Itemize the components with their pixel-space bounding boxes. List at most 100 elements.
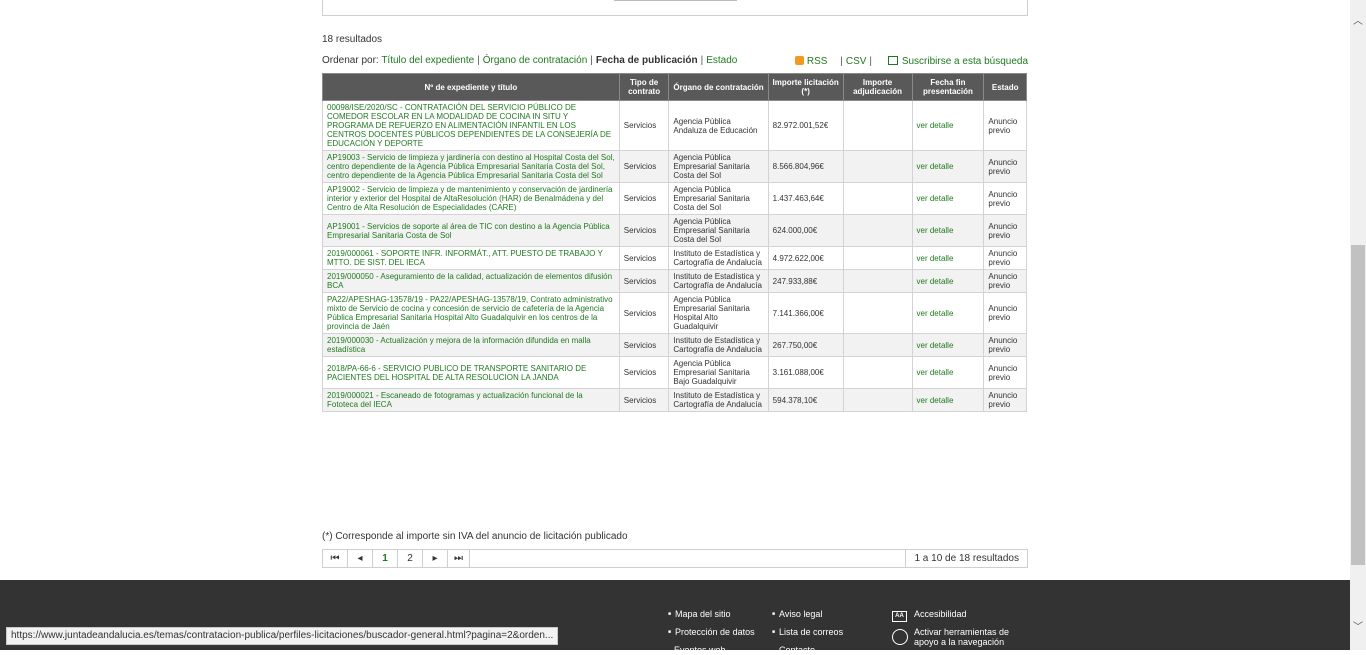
row-detail-link[interactable]: ver detalle [917,368,954,377]
row-title-link[interactable]: 2019/000050 - Aseguramiento de la calida… [327,272,612,290]
col-header-fecha[interactable]: Fecha fin presentación [911,73,985,101]
search-button-edge[interactable] [614,0,737,1]
last-page-button[interactable]: ⏭ [448,550,470,567]
row-detail-link[interactable]: ver detalle [917,226,954,235]
row-title-link[interactable]: 2018/PA-66-6 - SERVICIO PUBLICO DE TRANS… [327,364,586,382]
footer-link-proteccion[interactable]: Protección de datos [668,627,755,637]
subscribe-link[interactable]: Suscribirse a esta búsqueda [902,56,1028,67]
footer-link-eventos[interactable]: Eventos web [674,645,726,655]
row-title-link[interactable]: AP19003 - Servicio de limpieza y jardine… [327,153,615,180]
prev-page-button[interactable]: ◂ [348,550,373,567]
cell-tipo: Servicios [618,388,670,412]
sort-by-estado[interactable]: Estado [706,55,737,66]
row-title-link[interactable]: 00098/ISE/2020/SC - CONTRATACIÓN DEL SER… [327,103,611,148]
col-header-organo[interactable]: Órgano de contratación [668,73,769,101]
row-detail-link[interactable]: ver detalle [917,309,954,318]
footer-link-correos[interactable]: Lista de correos [772,627,843,637]
cell-adjudicacion [842,333,913,357]
row-estado: Anuncio previo [988,336,1018,354]
col-header-tipo[interactable]: Tipo de contrato [618,73,670,101]
row-detail-link[interactable]: ver detalle [917,254,954,263]
col-header-importe[interactable]: Importe licitación (*) [767,73,844,101]
footer-link-herramientas[interactable]: Activar herramientas de apoyo a la naveg… [914,627,1024,647]
row-estado: Anuncio previo [988,363,1018,382]
row-title-link[interactable]: PA22/APESHAG-13578/19 - PA22/APESHAG-135… [327,295,613,331]
row-title-link[interactable]: 2019/000021 - Escaneado de fotogramas y … [327,391,583,409]
row-title-link[interactable]: 2019/000061 - SOPORTE INFR. INFORMÁT., A… [327,249,603,267]
cell-title: AP19001 - Servicios de soporte al área d… [322,214,620,247]
cell-fecha: ver detalle [911,292,985,334]
row-detail-link[interactable]: ver detalle [917,341,954,350]
table-row: 2019/000050 - Aseguramiento de la calida… [322,269,1027,293]
cell-estado: Anuncio previo [983,356,1027,389]
footer-link-accesibilidad[interactable]: Accesibilidad [914,609,967,619]
row-importe: 7.141.366,00€ [772,308,824,318]
row-organo: Instituto de Estadística y Cartografía d… [673,272,762,290]
cell-tipo: Servicios [618,292,670,334]
row-detail-link[interactable]: ver detalle [917,162,954,171]
first-page-button[interactable]: ⏮ [323,550,348,567]
row-title-link[interactable]: AP19001 - Servicios de soporte al área d… [327,222,610,240]
col-header-title[interactable]: Nº de expediente y título [322,73,620,101]
cell-estado: Anuncio previo [983,182,1027,215]
cell-title: 00098/ISE/2020/SC - CONTRATACIÓN DEL SER… [322,100,620,151]
row-organo: Agencia Pública Empresarial Sanitaria Ba… [673,359,750,386]
cell-adjudicacion [842,214,913,247]
col-header-estado[interactable]: Estado [983,73,1027,101]
cell-title: 2019/000030 - Actualización y mejora de … [322,333,620,357]
row-detail-link[interactable]: ver detalle [917,396,954,405]
row-title-link[interactable]: 2019/000030 - Actualización y mejora de … [327,336,591,354]
row-tipo: Servicios [623,276,657,286]
next-page-button[interactable]: ▸ [423,550,448,567]
table-row: 2019/000030 - Actualización y mejora de … [322,333,1027,357]
sort-by-organo[interactable]: Órgano de contratación [483,55,588,66]
cell-fecha: ver detalle [911,333,985,357]
cell-organo: Instituto de Estadística y Cartografía d… [668,333,769,357]
footer-link-contacto[interactable]: Contacto [779,645,815,655]
row-detail-link[interactable]: ver detalle [917,194,954,203]
cell-importe: 4.972.622,00€ [767,246,844,270]
cell-tipo: Servicios [618,214,670,247]
cell-fecha: ver detalle [911,246,985,270]
row-importe: 4.972.622,00€ [772,253,824,263]
cell-estado: Anuncio previo [983,214,1027,247]
row-importe: 3.161.088,00€ [772,368,824,377]
footer-link-mapa[interactable]: Mapa del sitio [668,609,731,619]
row-detail-link[interactable]: ver detalle [917,121,954,130]
envelope-icon [887,56,898,65]
accessibility-icon: AA [892,611,907,622]
page-2-button[interactable]: 2 [398,550,423,567]
page-1-button[interactable]: 1 [373,550,398,567]
cell-organo: Agencia Pública Empresarial Sanitaria Ba… [668,356,769,389]
table-row: 2019/000021 - Escaneado de fotogramas y … [322,388,1027,412]
col-header-adjudicacion[interactable]: Importe adjudicación [842,73,913,101]
row-detail-link[interactable]: ver detalle [917,277,954,286]
row-organo: Agencia Pública Empresarial Sanitaria Ho… [673,295,750,331]
scrollbar-thumb[interactable] [1351,245,1365,565]
cell-adjudicacion [842,269,913,293]
cell-estado: Anuncio previo [983,388,1027,412]
cell-organo: Agencia Pública Andaluza de Educación [668,100,769,151]
cell-title: 2019/000050 - Aseguramiento de la calida… [322,269,620,293]
rss-icon [794,56,804,65]
sort-by-fecha[interactable]: Fecha de publicación [596,55,698,66]
vertical-scrollbar[interactable]: ︿ ﹀ [1350,0,1366,650]
rss-link[interactable]: RSS [807,56,828,67]
scroll-up-icon[interactable]: ︿ [1350,14,1366,30]
row-title-link[interactable]: AP19002 - Servicio de limpieza y de mant… [327,185,612,212]
cell-estado: Anuncio previo [983,150,1027,183]
row-organo: Agencia Pública Empresarial Sanitaria Co… [673,153,750,180]
csv-link[interactable]: CSV [846,56,867,67]
cell-title: 2019/000021 - Escaneado de fotogramas y … [322,388,620,412]
cell-adjudicacion [842,356,913,389]
row-tipo: Servicios [623,194,657,203]
scroll-down-icon[interactable]: ﹀ [1350,620,1366,636]
footer-link-aviso[interactable]: Aviso legal [772,609,822,619]
row-tipo: Servicios [623,121,657,130]
row-tipo: Servicios [623,368,657,377]
cell-fecha: ver detalle [911,269,985,293]
sort-by-title[interactable]: Título del expediente [381,55,474,66]
pagination-summary: 1 a 10 de 18 resultados [905,550,1027,567]
row-importe: 594.378,10€ [772,395,818,405]
sort-bar: Ordenar por: Título del expediente | Órgan… [322,55,1028,67]
